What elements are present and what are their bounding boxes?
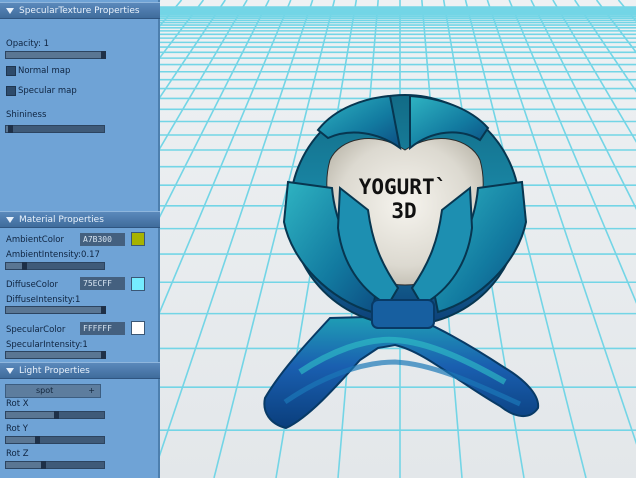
material-header[interactable]: Material Properties xyxy=(0,211,160,228)
diffuse-color-input[interactable]: 75ECFF xyxy=(80,277,125,290)
diffuse-color-swatch[interactable] xyxy=(131,277,145,291)
specular-texture-title: SpecularTexture Properties xyxy=(19,6,140,16)
ambient-color-input[interactable]: A7B300 xyxy=(80,233,125,246)
rot-z-slider[interactable] xyxy=(5,461,105,469)
light-type-dropdown[interactable]: spot + xyxy=(5,384,101,398)
specular-map-label: Specular map xyxy=(18,86,77,96)
slider-fill xyxy=(6,307,104,313)
slider-fill xyxy=(6,52,104,58)
diffuse-intensity-label: DiffuseIntensity:1 xyxy=(6,295,81,305)
collapse-triangle-icon[interactable] xyxy=(6,368,14,374)
model-logo-line2: 3D xyxy=(391,199,416,223)
specular-intensity-label: SpecularIntensity:1 xyxy=(6,340,88,350)
shininess-slider[interactable] xyxy=(5,125,105,133)
specular-texture-header[interactable]: SpecularTexture Properties xyxy=(0,2,160,19)
slider-knob[interactable] xyxy=(41,461,47,469)
slider-knob[interactable] xyxy=(101,306,106,314)
light-title: Light Properties xyxy=(19,366,90,376)
rot-y-slider[interactable] xyxy=(5,436,105,444)
dropdown-plus-icon[interactable]: + xyxy=(88,385,95,397)
shininess-label: Shininess xyxy=(6,110,47,120)
model-neck xyxy=(371,299,435,329)
ambient-color-swatch[interactable] xyxy=(131,232,145,246)
rot-x-label: Rot X xyxy=(6,399,29,409)
slider-knob[interactable] xyxy=(7,125,13,133)
yogurt-3d-model[interactable]: YOGURT` 3D xyxy=(263,94,540,430)
properties-panel: SpecularTexture Properties Opacity: 1 No… xyxy=(0,0,160,478)
ambient-intensity-slider[interactable] xyxy=(5,262,105,270)
light-header[interactable]: Light Properties xyxy=(0,362,160,379)
normal-map-checkbox[interactable] xyxy=(6,66,16,76)
slider-fill xyxy=(6,462,44,468)
diffuse-intensity-slider[interactable] xyxy=(5,306,106,314)
slider-knob[interactable] xyxy=(101,351,106,359)
diffuse-color-label: DiffuseColor xyxy=(6,280,59,290)
material-title: Material Properties xyxy=(19,215,104,225)
slider-knob[interactable] xyxy=(34,436,40,444)
ambient-intensity-label: AmbientIntensity:0.17 xyxy=(6,250,100,260)
specular-intensity-slider[interactable] xyxy=(5,351,106,359)
ambient-color-label: AmbientColor xyxy=(6,235,64,245)
specular-color-input[interactable]: FFFFFF xyxy=(80,322,125,335)
slider-knob[interactable] xyxy=(53,411,59,419)
slider-knob[interactable] xyxy=(22,262,28,270)
rot-y-label: Rot Y xyxy=(6,424,28,434)
opacity-label: Opacity: 1 xyxy=(6,39,50,49)
rot-z-label: Rot Z xyxy=(6,449,29,459)
specular-map-checkbox[interactable] xyxy=(6,86,16,96)
slider-knob[interactable] xyxy=(101,51,106,59)
collapse-triangle-icon[interactable] xyxy=(6,217,14,223)
collapse-triangle-icon[interactable] xyxy=(6,8,14,14)
specular-color-label: SpecularColor xyxy=(6,325,66,335)
model-logo-line1: YOGURT` xyxy=(359,175,448,199)
slider-fill xyxy=(6,412,56,418)
normal-map-label: Normal map xyxy=(18,66,71,76)
specular-color-swatch[interactable] xyxy=(131,321,145,335)
rot-x-slider[interactable] xyxy=(5,411,105,419)
slider-fill xyxy=(6,352,104,358)
slider-fill xyxy=(6,437,37,443)
opacity-slider[interactable] xyxy=(5,51,106,59)
light-type-value: spot xyxy=(36,386,54,395)
